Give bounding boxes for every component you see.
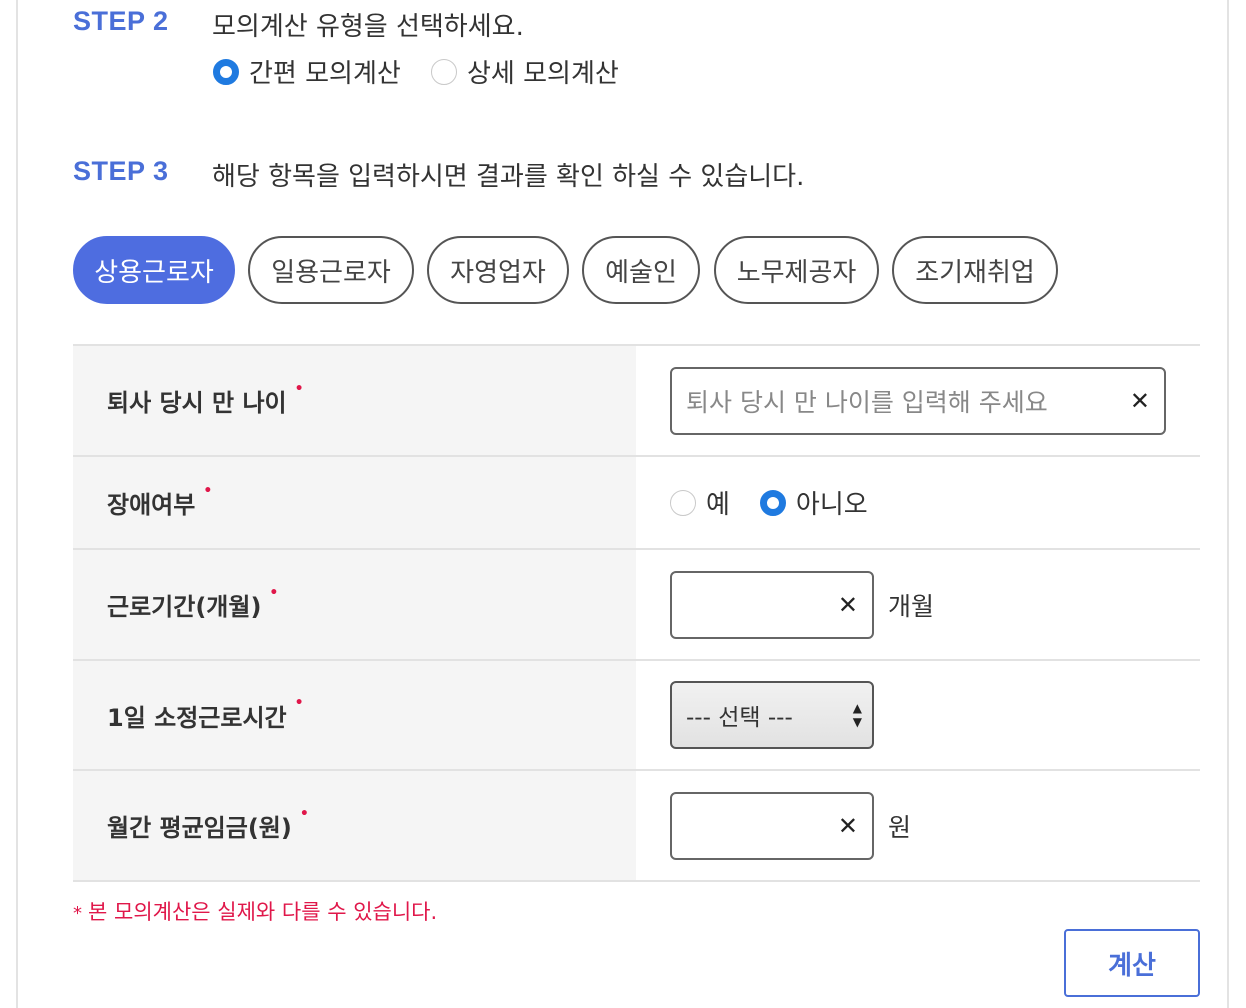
- required-mark: •: [299, 805, 309, 822]
- daily-hours-selected: --- 선택 ---: [686, 705, 793, 731]
- required-mark: •: [203, 482, 213, 499]
- tab-artist[interactable]: 예술인: [582, 236, 700, 304]
- tab-daily-worker[interactable]: 일용근로자: [248, 236, 414, 304]
- clear-icon[interactable]: ✕: [838, 812, 858, 840]
- monthly-wage-unit: 원: [888, 812, 912, 842]
- form-cell-disability: 예 아니오: [636, 457, 1200, 548]
- form-label-age: 퇴사 당시 만 나이 •: [73, 346, 636, 455]
- monthly-wage-label-text: 월간 평균임금(원): [107, 814, 292, 842]
- radio-detailed-calc-indicator[interactable]: [431, 58, 457, 85]
- work-period-label-text: 근로기간(개월): [107, 593, 262, 621]
- select-arrows-icon: ▲ ▼: [852, 701, 862, 729]
- radio-disability-no-label: 아니오: [795, 490, 868, 520]
- form-label-disability: 장애여부 •: [73, 457, 636, 548]
- radio-disability-no-indicator[interactable]: [759, 489, 786, 516]
- form-row-daily-hours: 1일 소정근로시간 • --- 선택 --- ▲ ▼: [73, 661, 1200, 771]
- input-form-table: 퇴사 당시 만 나이 • 퇴사 당시 만 나이를 입력해 주세요 ✕ 장애여부 …: [73, 344, 1200, 882]
- radio-detailed-calc-label: 상세 모의계산: [467, 59, 619, 89]
- required-mark: •: [294, 380, 304, 397]
- form-row-disability: 장애여부 • 예 아니오: [73, 457, 1200, 550]
- form-row-age: 퇴사 당시 만 나이 • 퇴사 당시 만 나이를 입력해 주세요 ✕: [73, 346, 1200, 457]
- disclaimer-note: * 본 모의계산은 실제와 다를 수 있습니다.: [73, 896, 437, 926]
- radio-simple-calc[interactable]: 간편 모의계산: [213, 53, 401, 90]
- daily-hours-select[interactable]: --- 선택 --- ▲ ▼: [670, 681, 874, 749]
- step2-description: 모의계산 유형을 선택하세요.: [212, 12, 524, 42]
- form-cell-monthly-wage: ✕ 원: [636, 771, 1200, 880]
- form-label-daily-hours: 1일 소정근로시간 •: [73, 661, 636, 769]
- form-row-work-period: 근로기간(개월) • ✕ 개월: [73, 550, 1200, 661]
- tab-regular-worker[interactable]: 상용근로자: [73, 236, 235, 304]
- tab-self-employed[interactable]: 자영업자: [427, 236, 569, 304]
- tab-early-reemployment[interactable]: 조기재취업: [892, 236, 1058, 304]
- form-row-monthly-wage: 월간 평균임금(원) • ✕ 원: [73, 771, 1200, 882]
- radio-disability-yes-label: 예: [706, 490, 730, 520]
- radio-disability-yes[interactable]: 예: [670, 484, 730, 521]
- form-cell-work-period: ✕ 개월: [636, 550, 1200, 659]
- step2-label: STEP 2: [73, 6, 169, 36]
- clear-icon[interactable]: ✕: [1130, 387, 1150, 415]
- form-label-work-period: 근로기간(개월) •: [73, 550, 636, 659]
- radio-simple-calc-indicator[interactable]: [213, 58, 239, 85]
- daily-hours-label-text: 1일 소정근로시간: [107, 703, 287, 732]
- form-cell-age: 퇴사 당시 만 나이를 입력해 주세요 ✕: [636, 346, 1200, 455]
- step3-label: STEP 3: [73, 156, 169, 186]
- age-label-text: 퇴사 당시 만 나이: [107, 389, 287, 417]
- work-period-input[interactable]: ✕: [670, 570, 874, 639]
- step3-description: 해당 항목을 입력하시면 결과를 확인 하실 수 있습니다.: [212, 162, 805, 192]
- radio-simple-calc-label: 간편 모의계산: [249, 59, 401, 89]
- radio-detailed-calc[interactable]: 상세 모의계산: [431, 53, 619, 90]
- form-label-monthly-wage: 월간 평균임금(원) •: [73, 771, 636, 880]
- note-star: *: [73, 903, 82, 924]
- radio-disability-yes-indicator[interactable]: [670, 489, 696, 516]
- tab-labor-provider[interactable]: 노무제공자: [714, 236, 879, 304]
- work-period-unit: 개월: [888, 591, 935, 621]
- required-mark: •: [269, 584, 279, 601]
- calculate-button[interactable]: 계산: [1064, 929, 1200, 997]
- note-text: 본 모의계산은 실제와 다를 수 있습니다.: [88, 900, 438, 924]
- form-cell-daily-hours: --- 선택 --- ▲ ▼: [636, 661, 1200, 769]
- age-input-placeholder: 퇴사 당시 만 나이를 입력해 주세요: [686, 387, 1048, 417]
- radio-disability-no[interactable]: 아니오: [759, 484, 868, 521]
- disability-label-text: 장애여부: [107, 491, 196, 519]
- clear-icon[interactable]: ✕: [838, 591, 858, 619]
- required-mark: •: [294, 695, 304, 711]
- age-input[interactable]: 퇴사 당시 만 나이를 입력해 주세요 ✕: [670, 366, 1166, 435]
- monthly-wage-input[interactable]: ✕: [670, 791, 874, 860]
